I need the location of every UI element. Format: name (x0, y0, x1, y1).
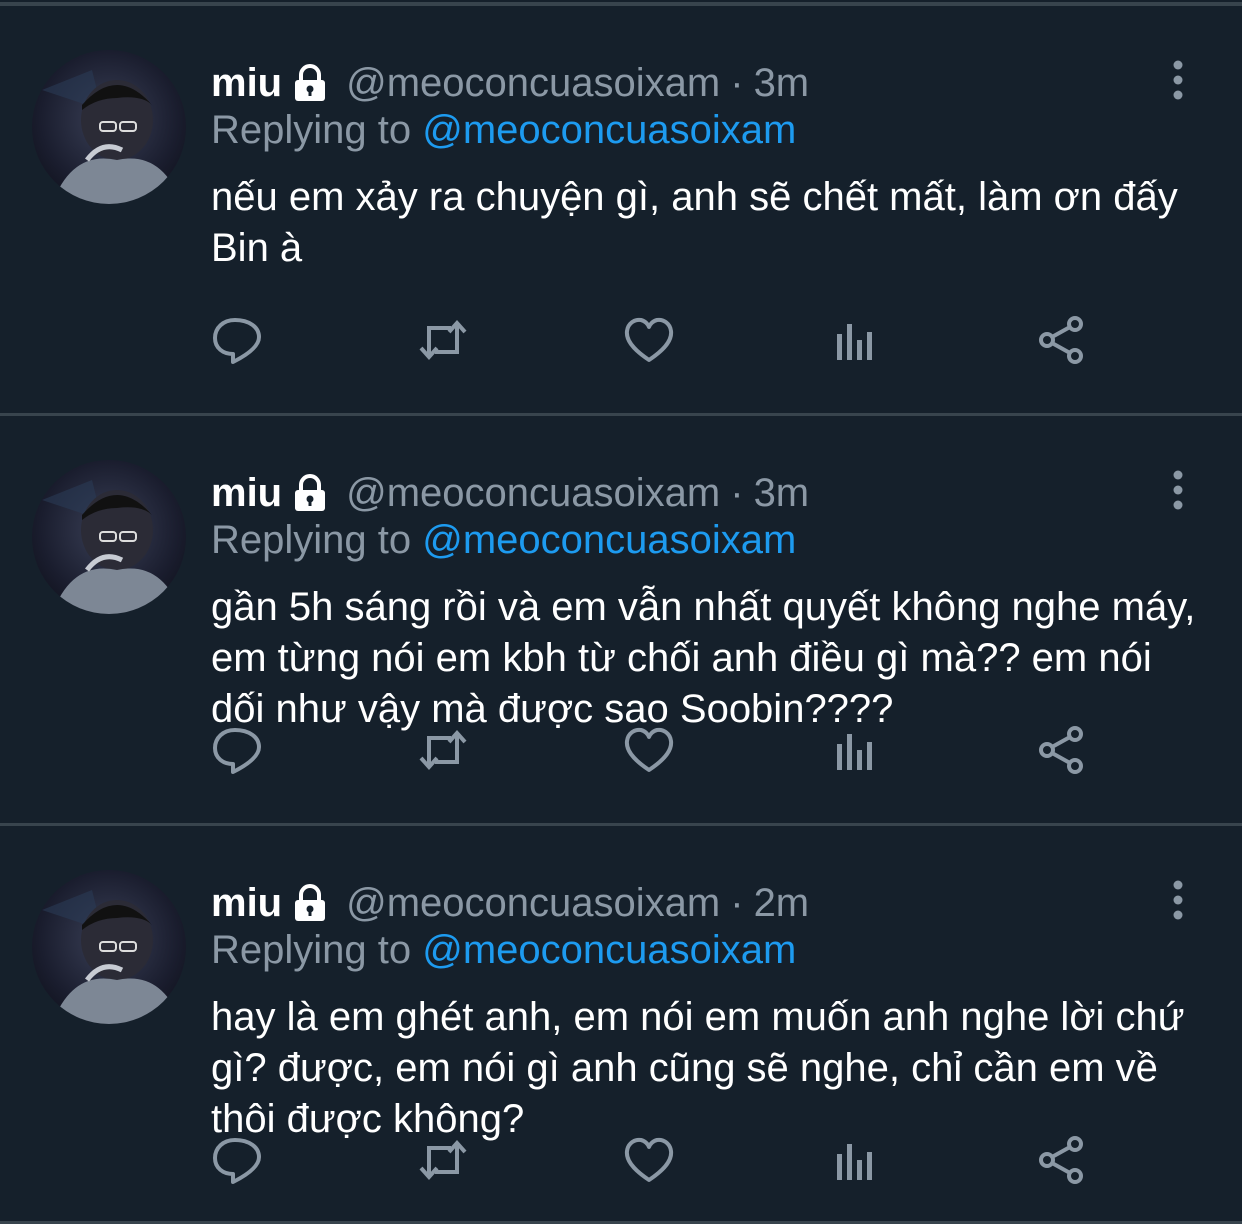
timestamp[interactable]: 3m (754, 471, 810, 516)
replying-prefix: Replying to (211, 928, 412, 972)
tweet-actions (211, 312, 1091, 368)
replying-to: Replying to @meoconcuasoixam (211, 518, 796, 563)
tweet-text: nếu em xảy ra chuyện gì, anh sẽ chết mất… (211, 175, 1178, 270)
separator: · (730, 470, 744, 515)
retweet-icon[interactable] (415, 1132, 471, 1188)
display-name[interactable]: miu (211, 881, 282, 926)
handle[interactable]: @meoconcuasoixam (346, 61, 720, 106)
more-icon[interactable] (1166, 470, 1190, 510)
replying-to: Replying to @meoconcuasoixam (211, 108, 796, 153)
reply-icon[interactable] (209, 312, 265, 368)
share-icon[interactable] (1033, 1132, 1089, 1188)
like-icon[interactable] (621, 722, 677, 778)
reply-icon[interactable] (209, 722, 265, 778)
retweet-icon[interactable] (415, 722, 471, 778)
lock-icon (290, 63, 330, 103)
handle[interactable]: @meoconcuasoixam (346, 881, 720, 926)
like-icon[interactable] (621, 1132, 677, 1188)
replying-to-link[interactable]: @meoconcuasoixam (422, 928, 796, 972)
handle[interactable]: @meoconcuasoixam (346, 471, 720, 516)
display-name[interactable]: miu (211, 61, 282, 106)
tweet[interactable]: miu @meoconcuasoixam · 3m Replying to @m… (0, 416, 1242, 826)
share-icon[interactable] (1033, 312, 1089, 368)
separator: · (730, 60, 744, 105)
replying-to: Replying to @meoconcuasoixam (211, 928, 796, 973)
avatar[interactable] (32, 50, 186, 204)
separator: · (730, 880, 744, 925)
tweet[interactable]: miu @meoconcuasoixam · 3m Replying to @m… (0, 6, 1242, 416)
tweet[interactable]: miu @meoconcuasoixam · 2m Replying to @m… (0, 826, 1242, 1224)
lock-icon (290, 883, 330, 923)
tweet-actions (211, 722, 1091, 778)
share-icon[interactable] (1033, 722, 1089, 778)
avatar[interactable] (32, 460, 186, 614)
replying-prefix: Replying to (211, 108, 412, 152)
display-name[interactable]: miu (211, 471, 282, 516)
analytics-icon[interactable] (827, 1132, 883, 1188)
tweet-text: gần 5h sáng rồi và em vẫn nhất quyết khô… (211, 585, 1196, 731)
tweet-text: hay là em ghét anh, em nói em muốn anh n… (211, 995, 1185, 1141)
lock-icon (290, 473, 330, 513)
replying-prefix: Replying to (211, 518, 412, 562)
more-icon[interactable] (1166, 880, 1190, 920)
timestamp[interactable]: 3m (754, 61, 810, 106)
like-icon[interactable] (621, 312, 677, 368)
timestamp[interactable]: 2m (754, 881, 810, 926)
retweet-icon[interactable] (415, 312, 471, 368)
analytics-icon[interactable] (827, 312, 883, 368)
reply-icon[interactable] (209, 1132, 265, 1188)
more-icon[interactable] (1166, 60, 1190, 100)
tweet-header: miu @meoconcuasoixam · 3m (211, 58, 809, 108)
avatar[interactable] (32, 870, 186, 1024)
analytics-icon[interactable] (827, 722, 883, 778)
tweet-header: miu @meoconcuasoixam · 2m (211, 878, 809, 928)
tweet-actions (211, 1132, 1091, 1188)
replying-to-link[interactable]: @meoconcuasoixam (422, 518, 796, 562)
tweet-header: miu @meoconcuasoixam · 3m (211, 468, 809, 518)
replying-to-link[interactable]: @meoconcuasoixam (422, 108, 796, 152)
